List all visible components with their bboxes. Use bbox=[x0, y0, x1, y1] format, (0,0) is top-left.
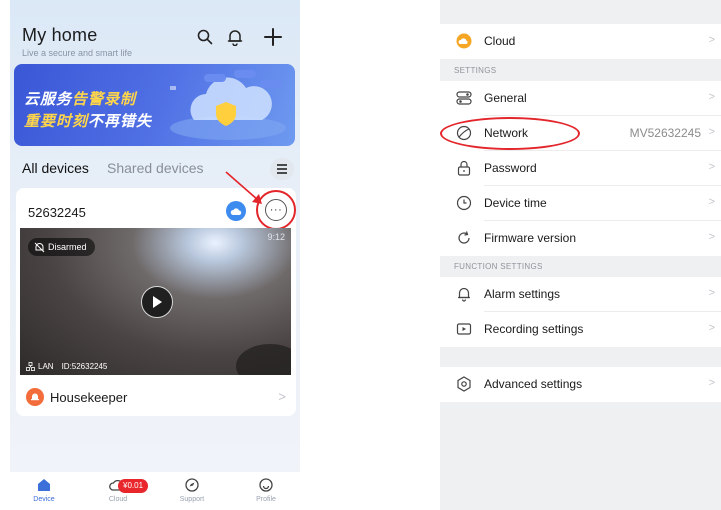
camera-preview[interactable]: Disarmed 9:12 LAN ID:52632245 bbox=[20, 228, 291, 375]
housekeeper-icon bbox=[26, 388, 44, 406]
banner-cloud-illustration bbox=[170, 70, 286, 140]
recording-settings-label: Recording settings bbox=[484, 322, 584, 336]
add-icon[interactable] bbox=[263, 27, 283, 47]
cloud-service-banner[interactable]: 云服务告警录制 重要时刻不再错失 bbox=[14, 64, 295, 146]
device-name: 52632245 bbox=[28, 205, 86, 220]
profile-icon bbox=[259, 478, 273, 492]
firmware-label: Firmware version bbox=[484, 231, 577, 245]
nav-support[interactable]: Support bbox=[162, 476, 222, 503]
device-time-label: Device time bbox=[484, 196, 547, 210]
promo-badge: ¥0.01 bbox=[118, 479, 149, 493]
settings-row-password[interactable]: Password > bbox=[440, 151, 721, 186]
menu-icon[interactable] bbox=[270, 158, 294, 180]
search-icon[interactable] bbox=[195, 27, 215, 47]
housekeeper-row[interactable]: Housekeeper > bbox=[16, 382, 296, 412]
network-value: MV52632245 bbox=[629, 126, 701, 140]
video-timestamp: 9:12 bbox=[267, 232, 285, 242]
nav-device-label: Device bbox=[33, 496, 55, 503]
section-function-header: FUNCTION SETTINGS bbox=[454, 262, 543, 271]
settings-row-advanced[interactable]: Advanced settings > bbox=[440, 367, 721, 402]
banner-line-2: 重要时刻不再错失 bbox=[24, 113, 153, 130]
bell-off-icon bbox=[34, 241, 45, 259]
home-screen: My home Live a secure and smart life 云服务… bbox=[10, 0, 300, 510]
play-button[interactable] bbox=[141, 286, 173, 318]
chevron-right-icon: > bbox=[708, 231, 715, 243]
bell-icon bbox=[456, 286, 472, 302]
chevron-right-icon: > bbox=[708, 91, 715, 103]
alarm-settings-label: Alarm settings bbox=[484, 287, 561, 301]
password-label: Password bbox=[484, 161, 537, 175]
compass-icon bbox=[185, 478, 199, 492]
settings-row-recording[interactable]: Recording settings > bbox=[440, 312, 721, 347]
page-title: My home bbox=[22, 25, 98, 45]
highlight-oval bbox=[440, 117, 580, 150]
settings-row-cloud[interactable]: Cloud > bbox=[440, 24, 721, 59]
chevron-right-icon: > bbox=[708, 377, 715, 389]
hexagon-settings-icon bbox=[456, 376, 472, 392]
network-info: LAN ID:52632245 bbox=[26, 362, 107, 371]
nav-profile-label: Profile bbox=[256, 496, 276, 503]
screenshot-root: My home Live a secure and smart life 云服务… bbox=[0, 0, 721, 510]
chevron-right-icon: > bbox=[708, 322, 715, 334]
chevron-right-icon: > bbox=[708, 126, 715, 138]
tab-all-devices[interactable]: All devices bbox=[22, 160, 89, 176]
refresh-icon bbox=[456, 230, 472, 246]
page-subtitle: Live a secure and smart life bbox=[22, 48, 133, 58]
housekeeper-label: Housekeeper bbox=[50, 390, 128, 405]
clock-icon bbox=[456, 195, 472, 211]
device-id-label: ID:52632245 bbox=[61, 362, 108, 371]
annotation-arrow bbox=[225, 171, 262, 204]
disarmed-label: Disarmed bbox=[48, 242, 87, 252]
bottom-navigation: Device Cloud Support Profile bbox=[10, 472, 300, 510]
settings-row-device-time[interactable]: Device time > bbox=[440, 186, 721, 221]
general-icon bbox=[456, 90, 472, 106]
cloud-label: Cloud bbox=[484, 34, 516, 48]
chevron-right-icon: > bbox=[278, 389, 286, 404]
home-icon bbox=[38, 479, 50, 491]
nav-cloud-label: Cloud bbox=[108, 496, 128, 503]
settings-row-firmware[interactable]: Firmware version > bbox=[440, 221, 721, 256]
nav-profile[interactable]: Profile bbox=[236, 476, 296, 503]
chevron-right-icon: > bbox=[708, 161, 715, 173]
cloud-icon bbox=[456, 33, 472, 49]
lens-shape bbox=[236, 344, 291, 375]
settings-screen: Cloud > SETTINGS General > Network MV526… bbox=[440, 0, 721, 510]
lan-label: LAN bbox=[38, 362, 54, 371]
lock-icon bbox=[456, 160, 472, 176]
settings-row-general[interactable]: General > bbox=[440, 81, 721, 116]
video-icon bbox=[456, 321, 472, 337]
device-card[interactable]: 52632245 ··· Disarmed 9:12 LAN ID:526322… bbox=[16, 188, 296, 416]
lan-icon bbox=[26, 362, 35, 371]
tab-shared-devices[interactable]: Shared devices bbox=[107, 160, 204, 176]
advanced-settings-label: Advanced settings bbox=[484, 377, 583, 391]
chevron-right-icon: > bbox=[708, 196, 715, 208]
disarmed-badge: Disarmed bbox=[28, 238, 95, 256]
chevron-right-icon: > bbox=[708, 287, 715, 299]
settings-row-alarm[interactable]: Alarm settings > bbox=[440, 277, 721, 312]
bell-icon[interactable] bbox=[225, 27, 245, 47]
nav-device[interactable]: Device bbox=[14, 476, 74, 503]
nav-support-label: Support bbox=[179, 496, 205, 503]
section-settings-header: SETTINGS bbox=[454, 66, 497, 75]
banner-line-1: 云服务告警录制 bbox=[24, 91, 137, 108]
general-label: General bbox=[484, 91, 527, 105]
chevron-right-icon: > bbox=[708, 34, 715, 46]
